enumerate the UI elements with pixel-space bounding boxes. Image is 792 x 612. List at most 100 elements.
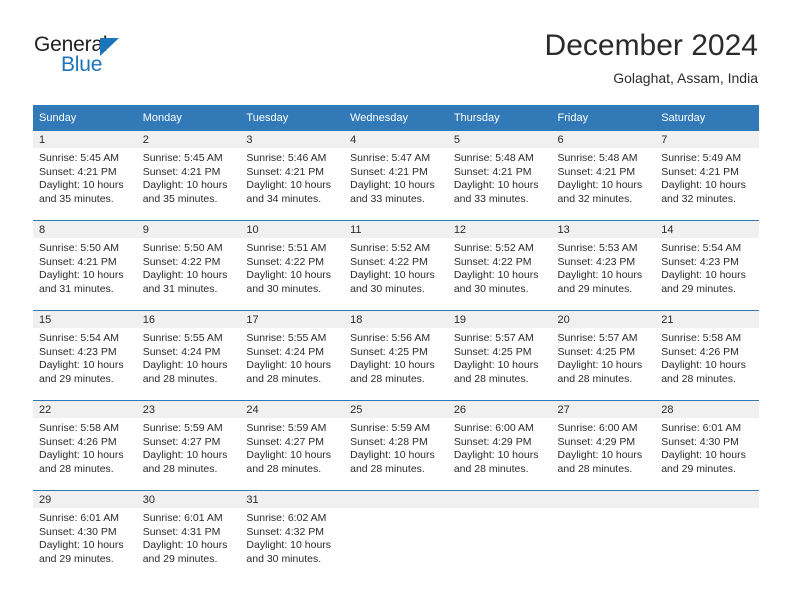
calendar-day-cell[interactable]: 13 Sunrise: 5:53 AM Sunset: 4:23 PM Dayligh… bbox=[551, 220, 656, 311]
calendar-day-cell[interactable]: 4 Sunrise: 5:47 AM Sunset: 4:21 PM Daylight… bbox=[344, 131, 448, 221]
day-number: 14 bbox=[655, 221, 759, 238]
calendar-day-cell[interactable]: 11 Sunrise: 5:52 AM Sunset: 4:22 PM Dayligh… bbox=[344, 220, 448, 311]
day-number: 10 bbox=[240, 221, 345, 238]
day-cell-content: 13 Sunrise: 5:53 AM Sunset: 4:23 PM Dayligh… bbox=[551, 221, 656, 310]
day-daylight-line2-text: and 29 minutes. bbox=[142, 552, 218, 565]
day-daylight-line2-text: and 28 minutes. bbox=[557, 462, 633, 475]
day-number: 30 bbox=[136, 491, 241, 508]
calendar-day-cell[interactable]: 21 Sunrise: 5:58 AM Sunset: 4:26 PM Dayligh… bbox=[655, 310, 759, 401]
calendar-day-cell[interactable]: 22 Sunrise: 5:58 AM Sunset: 4:26 PM Dayligh… bbox=[33, 400, 137, 491]
day-sunset-text: Sunset: 4:25 PM bbox=[557, 345, 636, 358]
day-cell-content: 23 Sunrise: 5:59 AM Sunset: 4:27 PM Dayligh… bbox=[136, 401, 241, 490]
calendar-day-cell[interactable]: 31 Sunrise: 6:02 AM Sunset: 4:32 PM Dayligh… bbox=[240, 490, 345, 580]
day-sunset-text: Sunset: 4:22 PM bbox=[350, 255, 428, 268]
day-cell-content: 25 Sunrise: 5:59 AM Sunset: 4:28 PM Dayligh… bbox=[344, 401, 448, 490]
day-number: 18 bbox=[344, 311, 448, 328]
day-sunrise-text: Sunrise: 5:55 AM bbox=[246, 332, 327, 344]
day-sun-info: Sunrise: 5:46 AM Sunset: 4:21 PM Daylight:… bbox=[240, 148, 344, 206]
day-number: 28 bbox=[655, 401, 759, 418]
calendar-day-cell[interactable]: 30 Sunrise: 6:01 AM Sunset: 4:31 PM Dayligh… bbox=[136, 490, 241, 580]
day-daylight-line2-text: and 30 minutes. bbox=[453, 282, 529, 295]
day-cell-content: 27 Sunrise: 6:00 AM Sunset: 4:29 PM Dayligh… bbox=[551, 401, 656, 490]
day-sunset-text: Sunset: 4:26 PM bbox=[39, 435, 117, 448]
day-daylight-line1-text: Daylight: 10 hours bbox=[39, 359, 124, 372]
day-sun-info: Sunrise: 5:52 AM Sunset: 4:22 PM Daylight:… bbox=[344, 238, 448, 296]
generalblue-logo[interactable]: General Blue bbox=[34, 34, 154, 80]
calendar-day-cell[interactable]: 24 Sunrise: 5:59 AM Sunset: 4:27 PM Dayligh… bbox=[240, 400, 345, 491]
day-sunrise-text: Sunrise: 6:01 AM bbox=[39, 512, 119, 524]
day-sunset-text: Sunset: 4:31 PM bbox=[142, 525, 221, 538]
calendar-week-row: 8 Sunrise: 5:50 AM Sunset: 4:21 PM Daylight… bbox=[33, 220, 759, 311]
day-sunrise-text: Sunrise: 5:59 AM bbox=[142, 422, 223, 434]
blue-triangle-flag-icon bbox=[100, 38, 119, 56]
calendar-day-cell[interactable]: 2 Sunrise: 5:45 AM Sunset: 4:21 PM Daylight… bbox=[136, 131, 241, 221]
day-sun-info: Sunrise: 5:58 AM Sunset: 4:26 PM Daylight:… bbox=[655, 328, 759, 386]
day-daylight-line2-text: and 28 minutes. bbox=[142, 462, 218, 475]
day-sun-info: Sunrise: 5:59 AM Sunset: 4:28 PM Daylight:… bbox=[344, 418, 448, 476]
calendar-day-cell[interactable]: 26 Sunrise: 6:00 AM Sunset: 4:29 PM Dayligh… bbox=[447, 400, 552, 491]
day-number: 29 bbox=[33, 491, 137, 508]
calendar-day-cell[interactable]: 7 Sunrise: 5:49 AM Sunset: 4:21 PM Daylight… bbox=[655, 131, 759, 221]
day-sunset-text: Sunset: 4:32 PM bbox=[246, 525, 325, 538]
calendar-day-cell[interactable]: 5 Sunrise: 5:48 AM Sunset: 4:21 PM Daylight… bbox=[447, 131, 552, 221]
day-number: 3 bbox=[240, 131, 345, 148]
day-sun-info bbox=[344, 508, 448, 512]
day-number: 6 bbox=[551, 131, 656, 148]
day-number: 26 bbox=[447, 401, 552, 418]
day-sunset-text: Sunset: 4:21 PM bbox=[39, 255, 117, 268]
day-number bbox=[344, 491, 448, 508]
day-sunrise-text: Sunrise: 5:55 AM bbox=[142, 332, 223, 344]
calendar-day-cell[interactable]: 9 Sunrise: 5:50 AM Sunset: 4:22 PM Daylight… bbox=[136, 220, 241, 311]
calendar-day-cell[interactable]: 18 Sunrise: 5:56 AM Sunset: 4:25 PM Dayligh… bbox=[344, 310, 448, 401]
calendar-day-cell[interactable]: 27 Sunrise: 6:00 AM Sunset: 4:29 PM Dayligh… bbox=[551, 400, 656, 491]
calendar-day-cell[interactable]: 1 Sunrise: 5:45 AM Sunset: 4:21 PM Daylight… bbox=[33, 131, 137, 221]
day-sunrise-text: Sunrise: 5:48 AM bbox=[557, 152, 638, 164]
day-sunrise-text: Sunrise: 5:45 AM bbox=[142, 152, 223, 164]
calendar-day-cell[interactable]: 16 Sunrise: 5:55 AM Sunset: 4:24 PM Dayligh… bbox=[136, 310, 241, 401]
calendar-day-cell[interactable]: 29 Sunrise: 6:01 AM Sunset: 4:30 PM Dayligh… bbox=[33, 490, 137, 580]
day-sunset-text: Sunset: 4:25 PM bbox=[350, 345, 428, 358]
calendar-day-cell[interactable]: 8 Sunrise: 5:50 AM Sunset: 4:21 PM Daylight… bbox=[33, 220, 137, 311]
calendar-day-cell[interactable]: 23 Sunrise: 5:59 AM Sunset: 4:27 PM Dayligh… bbox=[136, 400, 241, 491]
day-daylight-line2-text: and 30 minutes. bbox=[350, 282, 425, 295]
day-daylight-line1-text: Daylight: 10 hours bbox=[557, 179, 643, 192]
day-cell-content: 18 Sunrise: 5:56 AM Sunset: 4:25 PM Dayligh… bbox=[344, 311, 448, 400]
calendar-day-cell[interactable]: 6 Sunrise: 5:48 AM Sunset: 4:21 PM Daylight… bbox=[551, 131, 656, 221]
day-daylight-line2-text: and 29 minutes. bbox=[661, 282, 736, 295]
calendar-day-cell[interactable]: 10 Sunrise: 5:51 AM Sunset: 4:22 PM Dayligh… bbox=[240, 220, 345, 311]
day-daylight-line2-text: and 31 minutes. bbox=[39, 282, 114, 295]
day-cell-content: 9 Sunrise: 5:50 AM Sunset: 4:22 PM Daylight… bbox=[136, 221, 241, 310]
day-sunrise-text: Sunrise: 5:50 AM bbox=[39, 242, 119, 254]
day-sun-info: Sunrise: 5:59 AM Sunset: 4:27 PM Daylight:… bbox=[240, 418, 344, 476]
calendar-day-cell[interactable]: 20 Sunrise: 5:57 AM Sunset: 4:25 PM Dayligh… bbox=[551, 310, 656, 401]
day-daylight-line2-text: and 31 minutes. bbox=[142, 282, 218, 295]
page-subtitle-location: Golaghat, Assam, India bbox=[613, 70, 758, 86]
calendar-day-cell[interactable]: 3 Sunrise: 5:46 AM Sunset: 4:21 PM Daylight… bbox=[240, 131, 345, 221]
day-daylight-line2-text: and 28 minutes. bbox=[246, 372, 322, 385]
day-sunset-text: Sunset: 4:30 PM bbox=[661, 435, 739, 448]
day-daylight-line2-text: and 29 minutes. bbox=[39, 372, 114, 385]
day-cell-content: 17 Sunrise: 5:55 AM Sunset: 4:24 PM Dayligh… bbox=[240, 311, 345, 400]
calendar-day-cell[interactable]: 15 Sunrise: 5:54 AM Sunset: 4:23 PM Dayligh… bbox=[33, 310, 137, 401]
day-cell-content: 26 Sunrise: 6:00 AM Sunset: 4:29 PM Dayligh… bbox=[447, 401, 552, 490]
day-sunset-text: Sunset: 4:22 PM bbox=[453, 255, 532, 268]
day-sun-info bbox=[655, 508, 759, 512]
day-sun-info: Sunrise: 6:02 AM Sunset: 4:32 PM Daylight:… bbox=[240, 508, 344, 566]
day-daylight-line2-text: and 28 minutes. bbox=[246, 462, 322, 475]
calendar-day-cell[interactable]: 12 Sunrise: 5:52 AM Sunset: 4:22 PM Dayligh… bbox=[447, 220, 552, 311]
calendar-day-cell[interactable]: 19 Sunrise: 5:57 AM Sunset: 4:25 PM Dayligh… bbox=[447, 310, 552, 401]
calendar-day-cell[interactable]: 14 Sunrise: 5:54 AM Sunset: 4:23 PM Dayligh… bbox=[655, 220, 759, 311]
calendar-day-cell[interactable]: 28 Sunrise: 6:01 AM Sunset: 4:30 PM Dayligh… bbox=[655, 400, 759, 491]
day-daylight-line2-text: and 35 minutes. bbox=[142, 192, 218, 205]
calendar-day-cell[interactable]: 25 Sunrise: 5:59 AM Sunset: 4:28 PM Dayligh… bbox=[344, 400, 448, 491]
day-sun-info: Sunrise: 5:56 AM Sunset: 4:25 PM Daylight:… bbox=[344, 328, 448, 386]
day-daylight-line1-text: Daylight: 10 hours bbox=[246, 539, 332, 552]
day-daylight-line2-text: and 32 minutes. bbox=[661, 192, 736, 205]
day-number: 9 bbox=[136, 221, 241, 238]
day-daylight-line1-text: Daylight: 10 hours bbox=[350, 449, 435, 462]
calendar-day-cell[interactable]: 17 Sunrise: 5:55 AM Sunset: 4:24 PM Dayligh… bbox=[240, 310, 345, 401]
day-daylight-line2-text: and 30 minutes. bbox=[246, 552, 322, 565]
day-sunset-text: Sunset: 4:23 PM bbox=[661, 255, 739, 268]
day-cell-content: 19 Sunrise: 5:57 AM Sunset: 4:25 PM Dayligh… bbox=[447, 311, 552, 400]
day-sun-info: Sunrise: 5:55 AM Sunset: 4:24 PM Daylight:… bbox=[137, 328, 241, 386]
